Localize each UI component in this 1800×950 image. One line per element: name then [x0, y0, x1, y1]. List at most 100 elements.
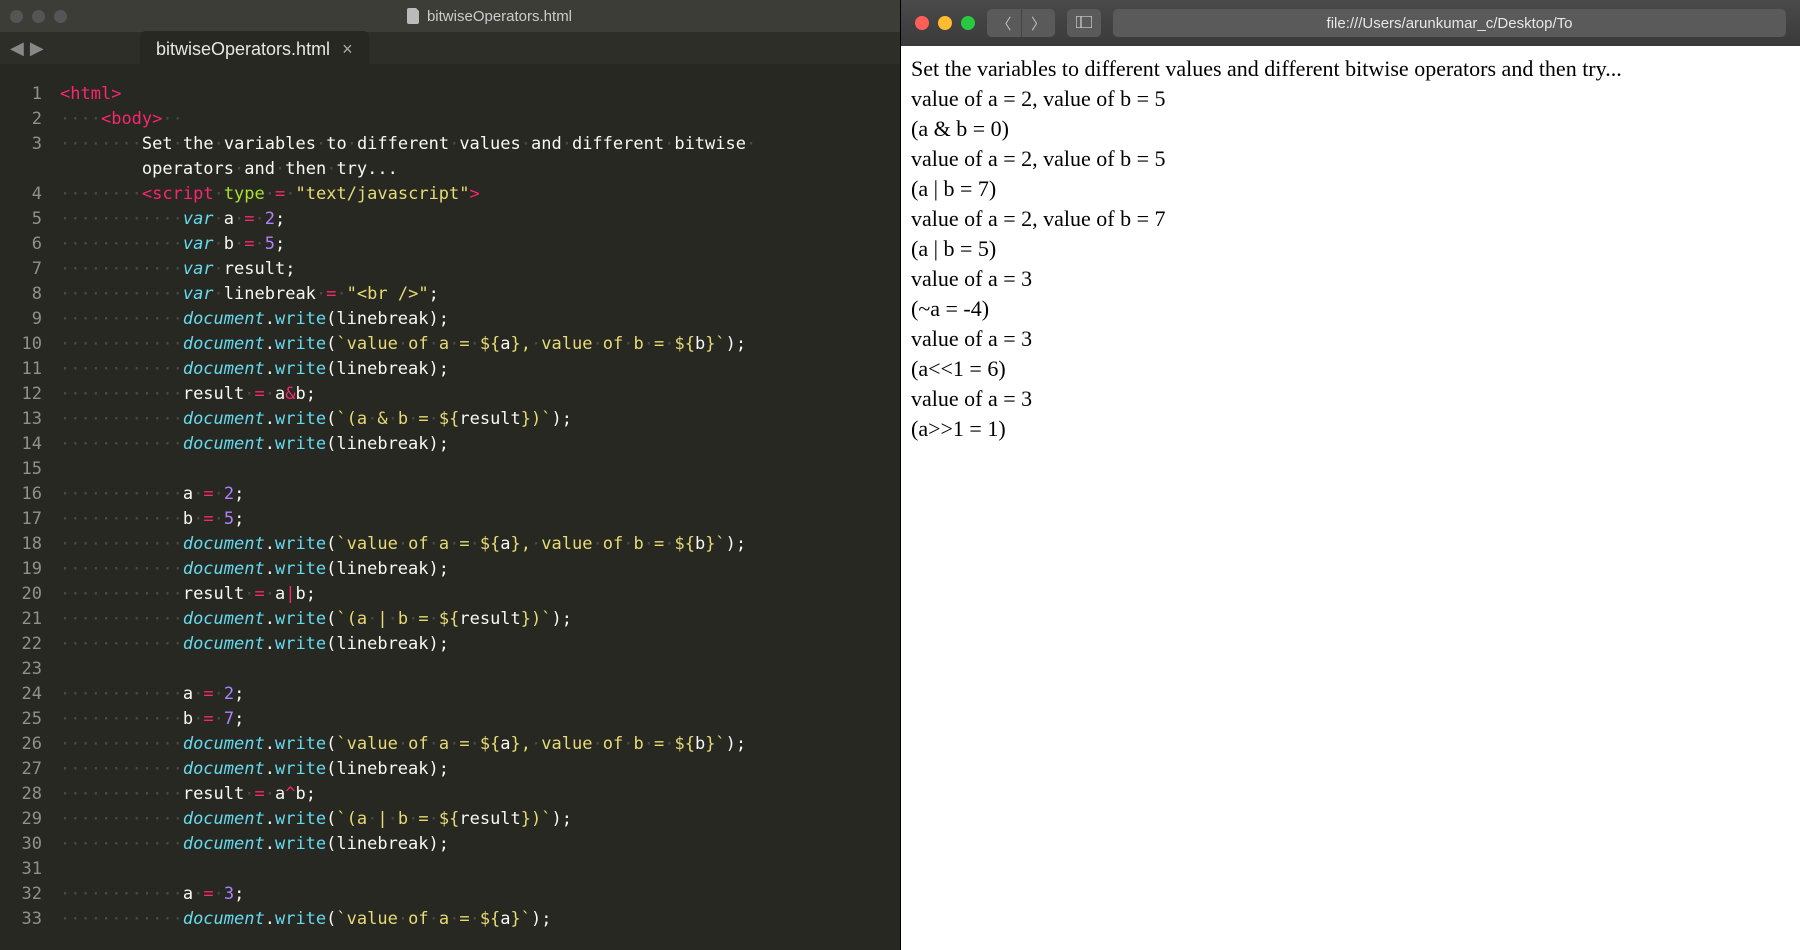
line-number: 8: [0, 282, 42, 307]
close-dot-icon[interactable]: [10, 10, 23, 23]
code-line[interactable]: ············document.write(linebreak);: [60, 557, 900, 582]
line-number: 9: [0, 307, 42, 332]
line-number: 1: [0, 82, 42, 107]
browser-pane: 〈 〉 file:///Users/arunkumar_c/Desktop/To…: [900, 0, 1800, 950]
code-line[interactable]: ····<body>··: [60, 107, 900, 132]
safari-traffic-lights[interactable]: [915, 16, 975, 30]
code-line[interactable]: ············var·result;: [60, 257, 900, 282]
output-line: (a<<1 = 6): [911, 354, 1790, 384]
line-number: 28: [0, 782, 42, 807]
code-line[interactable]: ············result·=·a^b;: [60, 782, 900, 807]
editor-tab[interactable]: bitwiseOperators.html ×: [140, 31, 369, 68]
line-number: 16: [0, 482, 42, 507]
safari-toolbar: 〈 〉 file:///Users/arunkumar_c/Desktop/To: [901, 0, 1800, 46]
code-line[interactable]: ············document.write(`value·of·a·=…: [60, 332, 900, 357]
code-line[interactable]: operators·and·then·try...: [60, 157, 900, 182]
code-line[interactable]: ············a·=·2;: [60, 682, 900, 707]
editor-pane: bitwiseOperators.html ◀ ▶ bitwiseOperato…: [0, 0, 900, 950]
output-line: value of a = 2, value of b = 7: [911, 204, 1790, 234]
chevron-left-icon: 〈: [996, 13, 1011, 34]
code-line[interactable]: ············var·a·=·2;: [60, 207, 900, 232]
editor-titlebar: bitwiseOperators.html: [0, 0, 900, 32]
line-number: 22: [0, 632, 42, 657]
code-line[interactable]: ············document.write(linebreak);: [60, 432, 900, 457]
code-line[interactable]: ············b·=·5;: [60, 507, 900, 532]
code-line[interactable]: ············document.write(linebreak);: [60, 832, 900, 857]
output-line: (a>>1 = 1): [911, 414, 1790, 444]
output-line: value of a = 3: [911, 264, 1790, 294]
line-number: 18: [0, 532, 42, 557]
code-line[interactable]: [60, 657, 900, 682]
line-number: 17: [0, 507, 42, 532]
output-line: value of a = 2, value of b = 5: [911, 84, 1790, 114]
fullscreen-dot-icon[interactable]: [54, 10, 67, 23]
line-number: 19: [0, 557, 42, 582]
output-line: value of a = 3: [911, 324, 1790, 354]
window-title: bitwiseOperators.html: [427, 8, 572, 25]
code-line[interactable]: ············a·=·3;: [60, 882, 900, 907]
code-line[interactable]: ············document.write(linebreak);: [60, 307, 900, 332]
output-line: (a | b = 7): [911, 174, 1790, 204]
code-line[interactable]: ············result·=·a|b;: [60, 582, 900, 607]
line-number-gutter: 123 456789101112131415161718192021222324…: [0, 74, 56, 950]
page-content: Set the variables to different values an…: [901, 46, 1800, 950]
close-dot-icon[interactable]: [915, 16, 929, 30]
line-number: [0, 157, 42, 182]
line-number: 13: [0, 407, 42, 432]
line-number: 25: [0, 707, 42, 732]
chevron-right-icon: 〉: [1031, 13, 1046, 34]
line-number: 10: [0, 332, 42, 357]
line-number: 2: [0, 107, 42, 132]
code-line[interactable]: ············result·=·a&b;: [60, 382, 900, 407]
output-line: (~a = -4): [911, 294, 1790, 324]
code-line[interactable]: ············document.write(`value·of·a·=…: [60, 732, 900, 757]
file-icon: [407, 8, 421, 24]
line-number: 20: [0, 582, 42, 607]
code-line[interactable]: ············var·b·=·5;: [60, 232, 900, 257]
code-area[interactable]: 123 456789101112131415161718192021222324…: [0, 74, 900, 950]
code-line[interactable]: ············a·=·2;: [60, 482, 900, 507]
line-number: 12: [0, 382, 42, 407]
code-line[interactable]: ············document.write(`(a·&·b·=·${r…: [60, 407, 900, 432]
code-line[interactable]: ············document.write(`value·of·a·=…: [60, 907, 900, 932]
code-line[interactable]: ············b·=·7;: [60, 707, 900, 732]
code-line[interactable]: ············document.write(`(a·|·b·=·${r…: [60, 807, 900, 832]
code-content[interactable]: <html>····<body>··········Set·the·variab…: [56, 74, 900, 950]
output-line: Set the variables to different values an…: [911, 54, 1790, 84]
line-number: 7: [0, 257, 42, 282]
url-field[interactable]: file:///Users/arunkumar_c/Desktop/To: [1113, 9, 1786, 37]
line-number: 15: [0, 457, 42, 482]
nav-back-icon[interactable]: ◀: [10, 38, 24, 59]
line-number: 6: [0, 232, 42, 257]
minimize-dot-icon[interactable]: [938, 16, 952, 30]
code-line[interactable]: [60, 857, 900, 882]
fullscreen-dot-icon[interactable]: [961, 16, 975, 30]
code-line[interactable]: ············document.write(linebreak);: [60, 632, 900, 657]
output-line: (a | b = 5): [911, 234, 1790, 264]
line-number: 26: [0, 732, 42, 757]
line-number: 27: [0, 757, 42, 782]
minimize-dot-icon[interactable]: [32, 10, 45, 23]
line-number: 30: [0, 832, 42, 857]
sidebar-button[interactable]: [1067, 9, 1101, 37]
editor-nav-arrows: ◀ ▶ bitwiseOperators.html ×: [0, 32, 900, 64]
code-line[interactable]: [60, 457, 900, 482]
line-number: 14: [0, 432, 42, 457]
output-line: (a & b = 0): [911, 114, 1790, 144]
code-line[interactable]: ········Set·the·variables·to·different·v…: [60, 132, 900, 157]
code-line[interactable]: ············document.write(linebreak);: [60, 757, 900, 782]
sidebar-icon: [1076, 15, 1092, 32]
code-line[interactable]: ············var·linebreak·=·"<br />";: [60, 282, 900, 307]
code-line[interactable]: <html>: [60, 82, 900, 107]
line-number: 3: [0, 132, 42, 157]
nav-back-button[interactable]: 〈: [987, 9, 1021, 37]
close-icon[interactable]: ×: [342, 39, 353, 60]
code-line[interactable]: ············document.write(`value·of·a·=…: [60, 532, 900, 557]
editor-traffic-lights[interactable]: [10, 10, 67, 23]
code-line[interactable]: ············document.write(linebreak);: [60, 357, 900, 382]
line-number: 11: [0, 357, 42, 382]
code-line[interactable]: ············document.write(`(a·|·b·=·${r…: [60, 607, 900, 632]
nav-forward-button[interactable]: 〉: [1021, 9, 1055, 37]
code-line[interactable]: ········<script·type·=·"text/javascript"…: [60, 182, 900, 207]
nav-forward-icon[interactable]: ▶: [30, 38, 44, 59]
